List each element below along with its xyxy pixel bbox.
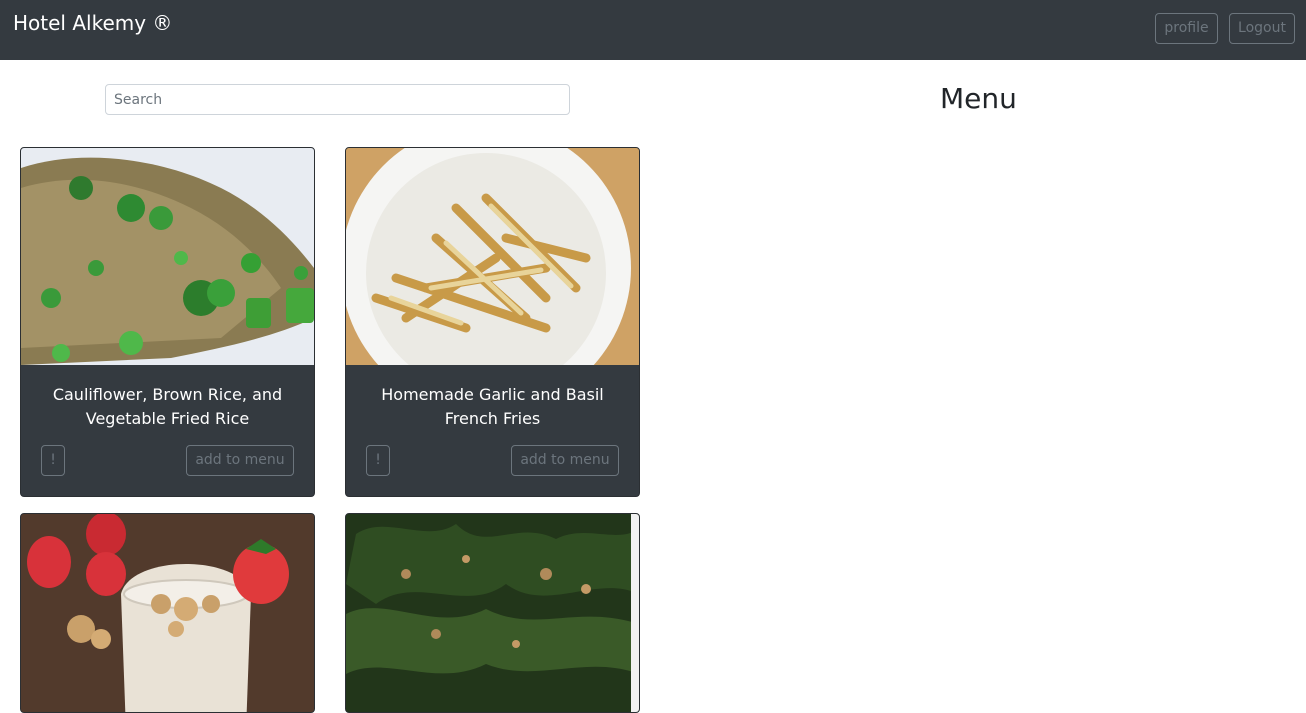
dish-card: Cauliflower, Brown Rice, and Vegetable F… [20,147,315,497]
dish-image-fried-rice [21,148,314,365]
logout-button[interactable]: Logout [1229,13,1295,44]
dish-info-button[interactable]: ! [41,445,65,476]
profile-button[interactable]: profile [1155,13,1218,44]
brand-title[interactable]: Hotel Alkemy ® [13,11,172,35]
dish-card: Homemade Garlic and Basil French Fries !… [345,147,640,497]
search-input[interactable] [105,84,570,115]
menu-heading: Menu [940,82,1017,115]
add-to-menu-button[interactable]: add to menu [511,445,619,476]
dish-image-french-fries [346,148,639,365]
dish-image-sauteed-greens [346,514,639,712]
dish-title: Cauliflower, Brown Rice, and Vegetable F… [52,385,283,428]
dish-card [20,513,315,713]
dish-info-button[interactable]: ! [366,445,390,476]
top-navbar: Hotel Alkemy ® profile Logout [0,0,1306,60]
dish-image-strawberry-parfait [21,514,314,712]
dish-card [345,513,640,713]
add-to-menu-button[interactable]: add to menu [186,445,294,476]
dish-title: Homemade Garlic and Basil French Fries [381,385,604,428]
